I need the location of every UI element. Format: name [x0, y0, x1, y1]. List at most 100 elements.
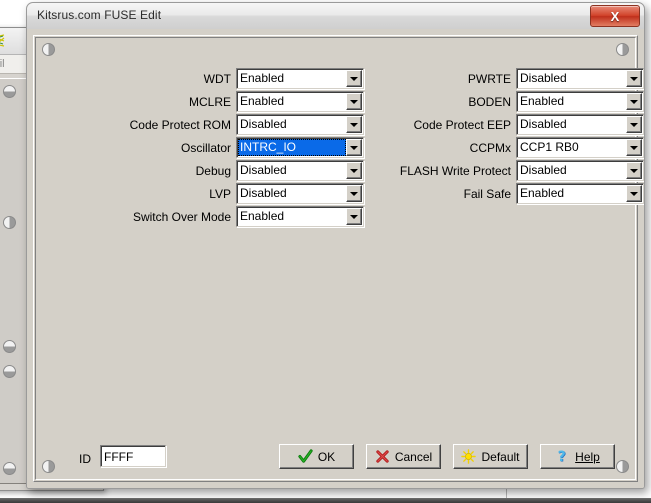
fuse-edit-dialog: Kitsrus.com FUSE Edit X WDTEnabledMCLREE… — [26, 2, 645, 489]
panel-handle-icon — [3, 216, 16, 229]
fuse-field-row: Code Protect EEPDisabled — [374, 113, 644, 136]
arrow-down-glyph — [350, 77, 358, 81]
help-button[interactable]: ? ? Help — [540, 444, 615, 469]
close-button[interactable]: X — [590, 5, 640, 27]
fuse-field-row: Code Protect ROMDisabled — [94, 113, 364, 136]
default-button[interactable]: Default — [453, 444, 528, 469]
fuse-field-value: CCP1 RB0 — [517, 138, 626, 157]
question-icon: ? ? — [555, 449, 570, 464]
fuse-field-combobox[interactable]: Enabled — [516, 91, 644, 112]
fuse-field-combobox[interactable]: Enabled — [236, 206, 364, 227]
fuse-field-value: Disabled — [237, 161, 346, 180]
fuse-field-combobox[interactable]: INTRC_IO — [236, 137, 364, 158]
fuse-field-value: Enabled — [517, 92, 626, 111]
arrow-down-glyph — [630, 100, 638, 104]
fuse-field-value: Disabled — [517, 161, 626, 180]
fuse-field-combobox[interactable]: Enabled — [236, 91, 364, 112]
arrow-down-glyph — [630, 77, 638, 81]
arrow-down-glyph — [350, 192, 358, 196]
fuse-field-label: Switch Over Mode — [133, 210, 236, 224]
close-icon: X — [611, 9, 620, 24]
fuse-field-value: Enabled — [237, 207, 346, 226]
fuse-field-combobox[interactable]: CCP1 RB0 — [516, 137, 644, 158]
panel-handle-icon-top-left — [42, 43, 55, 56]
fuse-field-label: CCPMx — [470, 141, 516, 155]
chevron-down-icon[interactable] — [626, 162, 642, 179]
chevron-down-icon[interactable] — [626, 116, 642, 133]
fuse-field-label: Code Protect EEP — [414, 118, 516, 132]
ok-button[interactable]: OK — [279, 444, 354, 469]
desktop-taskbar[interactable] — [0, 498, 651, 503]
fuse-field-value: Enabled — [517, 184, 626, 203]
fuse-right-column: PWRTEDisabledBODENEnabledCode Protect EE… — [374, 67, 644, 205]
panel-handle-icon — [3, 340, 16, 353]
fuse-field-row: FLASH Write ProtectDisabled — [374, 159, 644, 182]
fuse-field-combobox[interactable]: Enabled — [236, 68, 364, 89]
fuse-field-label: Debug — [196, 164, 236, 178]
chevron-down-icon[interactable] — [626, 139, 642, 156]
arrow-down-glyph — [350, 215, 358, 219]
arrow-down-glyph — [350, 146, 358, 150]
arrow-down-glyph — [630, 192, 638, 196]
chevron-down-icon[interactable] — [626, 185, 642, 202]
kitsrus-app-icon — [0, 33, 7, 49]
chevron-down-icon[interactable] — [346, 208, 362, 225]
fuse-field-label: LVP — [209, 187, 236, 201]
arrow-down-glyph — [350, 123, 358, 127]
dialog-titlebar[interactable]: Kitsrus.com FUSE Edit X — [27, 3, 644, 30]
chevron-down-icon[interactable] — [346, 185, 362, 202]
fuse-field-row: WDTEnabled — [94, 67, 364, 90]
arrow-down-glyph — [350, 169, 358, 173]
chevron-down-icon[interactable] — [626, 93, 642, 110]
chevron-down-icon[interactable] — [346, 162, 362, 179]
fuse-field-label: MCLRE — [189, 95, 236, 109]
dialog-client-area: WDTEnabledMCLREEnabledCode Protect ROMDi… — [27, 29, 644, 488]
fuse-field-label: Fail Safe — [464, 187, 516, 201]
arrow-down-glyph — [630, 146, 638, 150]
fuse-field-combobox[interactable]: Disabled — [236, 160, 364, 181]
default-button-label: Default — [481, 450, 519, 464]
panel-handle-icon — [3, 462, 16, 475]
id-input[interactable] — [100, 445, 166, 467]
fuse-field-value: Enabled — [237, 69, 346, 88]
fuse-field-label: Code Protect ROM — [130, 118, 236, 132]
fuse-field-label: PWRTE — [468, 72, 516, 86]
svg-text:?: ? — [558, 449, 566, 464]
ok-button-label: OK — [318, 450, 335, 464]
fuse-field-combobox[interactable]: Disabled — [516, 114, 644, 135]
arrow-down-glyph — [350, 100, 358, 104]
fuse-field-combobox[interactable]: Disabled — [516, 68, 644, 89]
fuse-field-row: PWRTEDisabled — [374, 67, 644, 90]
dialog-title: Kitsrus.com FUSE Edit — [37, 8, 161, 22]
fuse-field-label: Oscillator — [181, 141, 236, 155]
panel-handle-icon — [3, 85, 16, 98]
help-button-label: Help — [575, 450, 600, 464]
fuse-field-value: Disabled — [237, 115, 346, 134]
dialog-bottom-bar: ID OK Cancel — [34, 443, 637, 473]
chevron-down-icon[interactable] — [346, 70, 362, 87]
fuse-left-column: WDTEnabledMCLREEnabledCode Protect ROMDi… — [94, 67, 364, 228]
fuse-field-label: FLASH Write Protect — [400, 164, 516, 178]
chevron-down-icon[interactable] — [346, 139, 362, 156]
check-icon — [298, 449, 313, 464]
dialog-inner-panel: WDTEnabledMCLREEnabledCode Protect ROMDi… — [33, 35, 638, 482]
fuse-field-combobox[interactable]: Disabled — [236, 114, 364, 135]
fuse-field-value: Disabled — [517, 115, 626, 134]
fuse-field-value: Enabled — [237, 92, 346, 111]
cross-icon — [375, 449, 390, 464]
panel-handle-icon — [3, 365, 16, 378]
fuse-field-row: LVPDisabled — [94, 182, 364, 205]
fuse-field-combobox[interactable]: Enabled — [516, 183, 644, 204]
fuse-field-combobox[interactable]: Disabled — [236, 183, 364, 204]
arrow-down-glyph — [630, 169, 638, 173]
arrow-down-glyph — [630, 123, 638, 127]
panel-handle-icon-top-right — [616, 43, 629, 56]
cancel-button[interactable]: Cancel — [366, 444, 441, 469]
chevron-down-icon[interactable] — [346, 93, 362, 110]
fuse-field-combobox[interactable]: Disabled — [516, 160, 644, 181]
chevron-down-icon[interactable] — [346, 116, 362, 133]
chevron-down-icon[interactable] — [626, 70, 642, 87]
desktop-background: Fil Kitsrus.com FUSE Edit X — [0, 0, 651, 503]
fuse-field-row: Fail SafeEnabled — [374, 182, 644, 205]
fuse-field-value: Disabled — [517, 69, 626, 88]
